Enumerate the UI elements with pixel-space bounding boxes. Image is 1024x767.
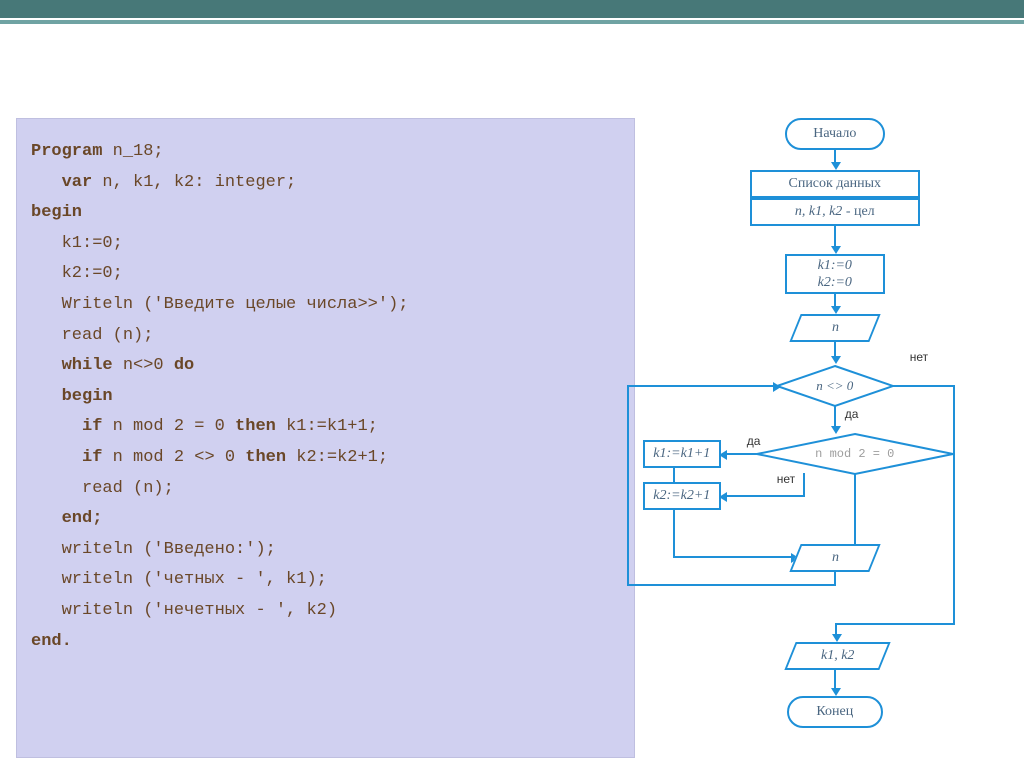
flow-cond-2: n mod 2 = 0 [755, 432, 955, 476]
slide-content: Program n_18; var n, k1, k2: integer; be… [0, 18, 1024, 758]
label-yes: да [845, 407, 859, 421]
arrow-down-icon [832, 634, 842, 642]
flow-init: k1:=0k2:=0 [785, 254, 885, 294]
arrow-right-icon [773, 382, 781, 392]
edge [835, 623, 955, 625]
arrow-down-icon [831, 688, 841, 696]
label-no: нет [910, 350, 928, 364]
arrow-down-icon [831, 306, 841, 314]
edge [953, 385, 955, 625]
edge [834, 670, 836, 690]
code-panel: Program n_18; var n, k1, k2: integer; be… [16, 118, 635, 758]
edge [627, 385, 629, 586]
edge [627, 584, 836, 586]
kw-begin-2: begin [62, 387, 113, 406]
code-block: Program n_18; var n, k1, k2: integer; be… [31, 137, 620, 657]
arrow-down-icon [831, 162, 841, 170]
label-no-2: нет [777, 472, 795, 486]
edge [893, 385, 955, 387]
kw-var: var [62, 173, 103, 192]
flow-input-n2: n [789, 544, 880, 572]
edge [725, 453, 759, 455]
kw-program: Program [31, 142, 113, 161]
flow-cond-1: n <> 0 [775, 364, 895, 408]
label-yes-2: да [747, 434, 761, 448]
flow-data-list: Список данных [750, 170, 920, 198]
flow-assign-k1: k1:=k1+1 [643, 440, 721, 468]
flow-input-n: n [789, 314, 880, 342]
arrow-down-icon [831, 246, 841, 254]
edge [725, 495, 805, 497]
edge [803, 473, 805, 497]
edge [854, 474, 856, 546]
kw-end: end; [62, 509, 103, 528]
arrow-down-icon [831, 356, 841, 364]
edge [834, 406, 836, 428]
flow-output: k1, k2 [784, 642, 890, 670]
kw-begin: begin [31, 203, 82, 222]
flow-assign-k2: k2:=k2+1 [643, 482, 721, 510]
flowchart: Начало Список данных n, k1, k2 - цел k1:… [645, 118, 1024, 758]
kw-while: while [62, 356, 123, 375]
edge [834, 226, 836, 248]
flow-end: Конец [787, 696, 883, 728]
edge [673, 556, 793, 558]
edge [627, 385, 777, 387]
kw-end-final: end. [31, 632, 72, 651]
top-header-bar [0, 0, 1024, 18]
flow-start: Начало [785, 118, 885, 150]
flow-vars: n, k1, k2 - цел [750, 198, 920, 226]
edge [834, 572, 836, 584]
